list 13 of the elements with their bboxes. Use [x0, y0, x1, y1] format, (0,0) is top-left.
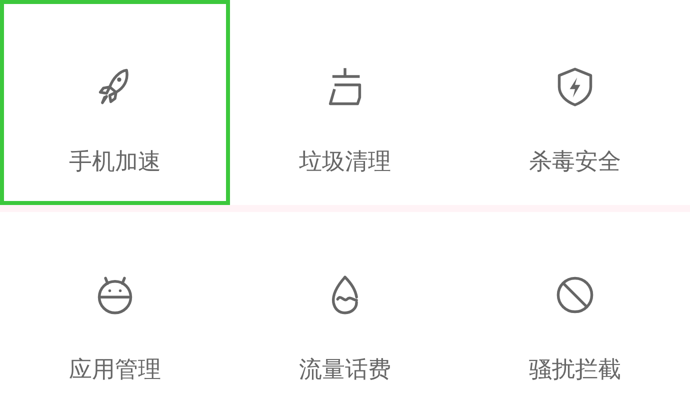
- feature-tile[interactable]: 垃圾清理: [230, 0, 460, 205]
- feature-tile[interactable]: 杀毒安全: [460, 0, 690, 205]
- tile-label: 垃圾清理: [299, 148, 391, 177]
- tile-label: 流量话费: [299, 356, 391, 385]
- tile-label: 骚扰拦截: [529, 356, 621, 385]
- feature-tile[interactable]: 流量话费: [230, 212, 460, 412]
- tile-label: 应用管理: [69, 356, 161, 385]
- feature-tile[interactable]: 应用管理: [0, 212, 230, 412]
- tile-label: 手机加速: [69, 148, 161, 177]
- block-icon: [554, 274, 596, 316]
- feature-tile[interactable]: 骚扰拦截: [460, 212, 690, 412]
- feature-tile[interactable]: 手机加速: [0, 0, 230, 205]
- tile-label: 杀毒安全: [529, 148, 621, 177]
